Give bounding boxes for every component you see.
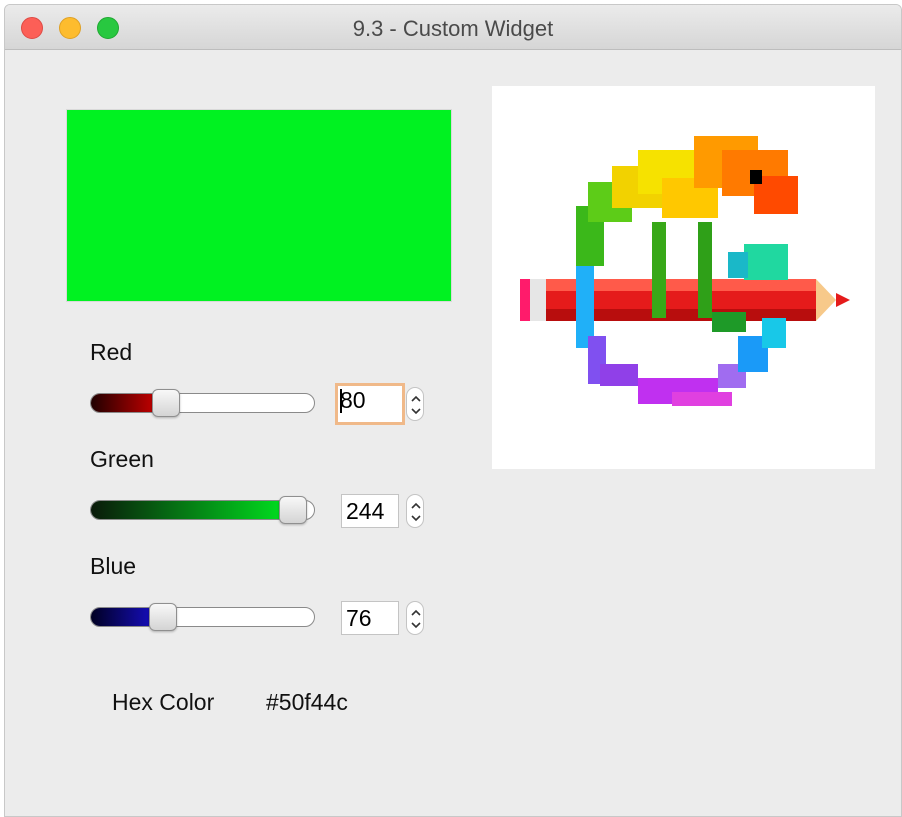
hex-color-label: Hex Color xyxy=(112,689,215,715)
up-down-arrows-icon xyxy=(411,395,421,415)
green-spin-arrows[interactable] xyxy=(406,494,424,528)
blue-label: Blue xyxy=(90,553,137,579)
red-value: 80 xyxy=(340,387,366,413)
green-value: 244 xyxy=(346,498,385,524)
green-slider-handle[interactable] xyxy=(278,496,307,524)
up-down-arrows-icon xyxy=(411,502,421,522)
red-spin-arrows[interactable] xyxy=(406,387,424,421)
window-title: 9.3 - Custom Widget xyxy=(352,16,554,41)
blue-slider-handle[interactable] xyxy=(148,603,177,631)
red-spinbox[interactable]: 80 xyxy=(335,383,405,425)
green-slider-fill xyxy=(91,501,294,519)
up-down-arrows-icon xyxy=(411,609,421,629)
app-window: 9.3 - Custom Widget Red 80 Green 244 Blu… xyxy=(4,4,902,817)
green-label: Green xyxy=(90,446,154,472)
blue-spin-arrows[interactable] xyxy=(406,601,424,635)
green-spinbox[interactable]: 244 xyxy=(341,494,399,528)
logo-panel xyxy=(492,86,875,469)
blue-slider[interactable] xyxy=(90,607,315,627)
red-slider-handle[interactable] xyxy=(151,389,180,417)
red-label: Red xyxy=(90,339,133,365)
blue-spinbox[interactable]: 76 xyxy=(341,601,399,635)
text-caret xyxy=(340,389,342,413)
color-preview xyxy=(67,110,451,301)
blue-value: 76 xyxy=(346,605,372,631)
hex-color-value: #50f44c xyxy=(266,689,348,715)
chameleon-pencil-logo-icon xyxy=(520,136,850,406)
red-slider[interactable] xyxy=(90,393,315,413)
title-bar: 9.3 - Custom Widget xyxy=(5,5,901,50)
